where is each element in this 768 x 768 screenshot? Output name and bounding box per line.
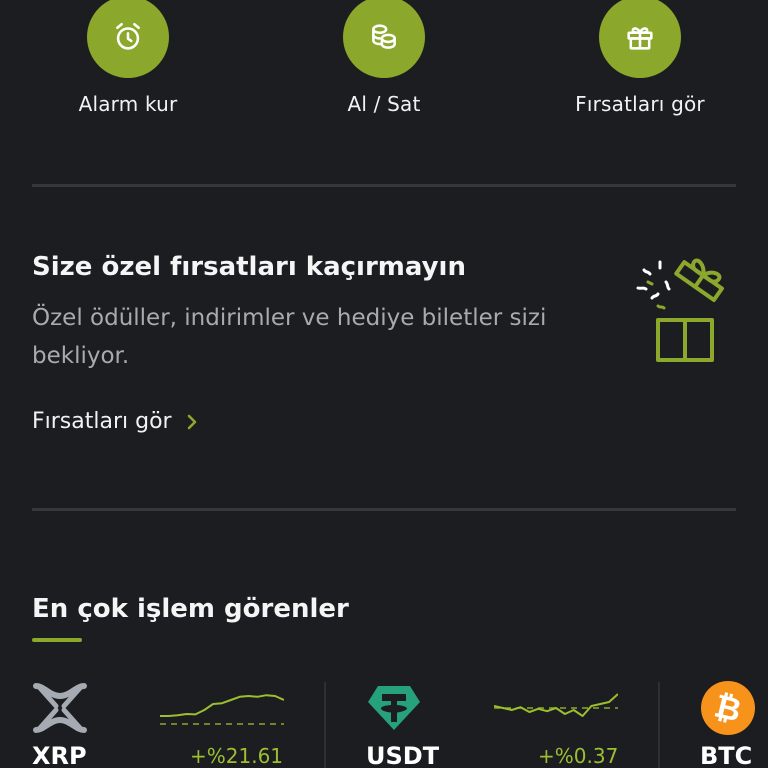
see-offers-button-circle[interactable] bbox=[599, 0, 681, 78]
xrp-change: +%21.61 bbox=[190, 744, 284, 768]
usdt-symbol: USDT bbox=[366, 742, 440, 768]
quick-actions: Alarm kur Al / Sat Fırsatları gör bbox=[0, 0, 768, 130]
usdt-sparkline bbox=[494, 693, 618, 717]
most-traded-title-underline bbox=[32, 638, 82, 642]
coins-icon bbox=[372, 24, 396, 49]
bitcoin-logo-icon: ₿ bbox=[701, 681, 755, 735]
alarm-clock-icon bbox=[116, 22, 140, 50]
usdt-sparkline-line bbox=[494, 693, 618, 717]
btc-symbol: BTC bbox=[700, 742, 753, 768]
coin-separator bbox=[324, 682, 326, 768]
gift-icon bbox=[627, 27, 653, 50]
chevron-right-icon bbox=[186, 413, 198, 431]
xrp-symbol: XRP bbox=[32, 742, 87, 768]
xrp-sparkline bbox=[160, 694, 284, 725]
buy-sell-button-circle[interactable] bbox=[343, 0, 425, 78]
divider-middle bbox=[32, 508, 736, 511]
most-traded-title: En çok işlem görenler bbox=[32, 594, 349, 624]
promo-description: Özel ödüller, indirimler ve hediye bilet… bbox=[32, 305, 547, 369]
divider-top bbox=[32, 184, 736, 187]
set-alarm-label: Alarm kur bbox=[78, 92, 178, 116]
see-offers-label: Fırsatları gör bbox=[575, 92, 705, 116]
alarm-button-circle[interactable] bbox=[87, 0, 169, 78]
coin-separator bbox=[658, 682, 660, 768]
promo-link-label: Fırsatları gör bbox=[32, 409, 172, 434]
page: Alarm kur Al / Sat Fırsatları gör Size ö… bbox=[0, 0, 768, 768]
gift-box-confetti-icon bbox=[636, 258, 724, 362]
buy-sell-label: Al / Sat bbox=[347, 92, 421, 116]
xrp-logo-icon bbox=[33, 683, 87, 733]
tether-logo-icon bbox=[368, 686, 420, 730]
promo-title: Size özel fırsatları kaçırmayın bbox=[32, 252, 466, 282]
xrp-sparkline-line bbox=[160, 694, 284, 717]
usdt-change: +%0.37 bbox=[538, 744, 619, 768]
promo-see-offers-link[interactable]: Fırsatları gör bbox=[32, 409, 198, 434]
